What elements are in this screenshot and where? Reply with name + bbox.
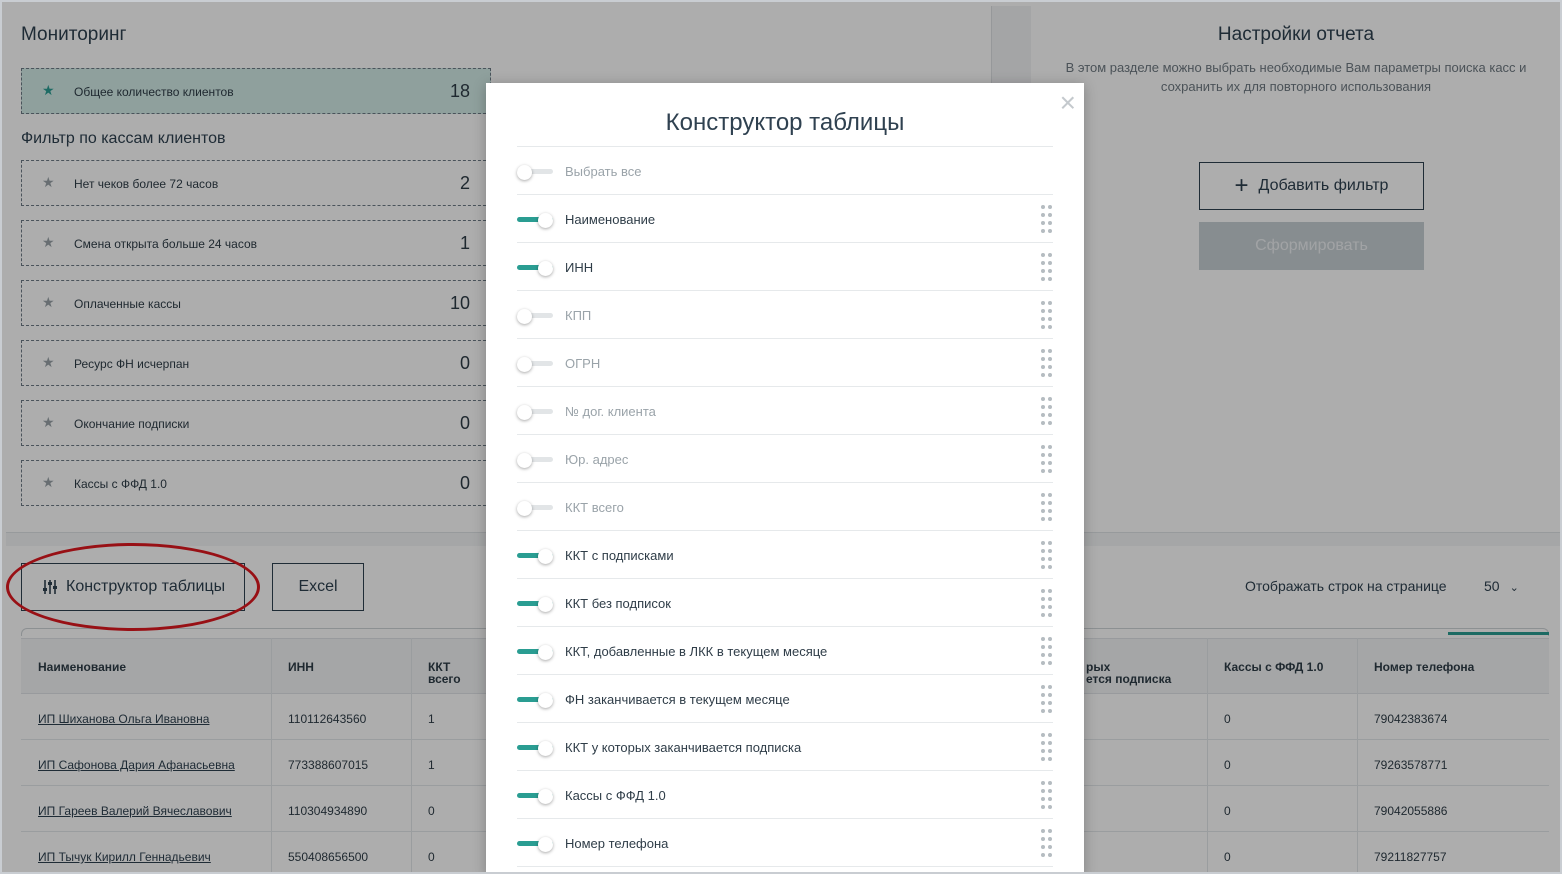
option-label: Номер телефона xyxy=(565,836,669,851)
option-label: ККТ у которых заканчивается подписка xyxy=(565,740,802,755)
toggle-switch[interactable] xyxy=(517,165,555,180)
toggle-switch[interactable] xyxy=(517,213,555,228)
drag-handle-icon[interactable] xyxy=(1041,684,1053,716)
toggle-switch[interactable] xyxy=(517,597,555,612)
option-label: Наименование xyxy=(565,212,656,227)
drag-handle-icon[interactable] xyxy=(1041,540,1053,572)
drag-handle-icon[interactable] xyxy=(1041,348,1053,380)
drag-handle-icon[interactable] xyxy=(1041,492,1053,524)
option-label: КПП xyxy=(565,308,592,323)
toggle-switch[interactable] xyxy=(517,741,555,756)
toggle-switch[interactable] xyxy=(517,309,555,324)
column-option[interactable]: ККТ у которых заканчивается подписка xyxy=(517,723,1053,771)
drag-handle-icon[interactable] xyxy=(1041,300,1053,332)
drag-handle-icon[interactable] xyxy=(1041,444,1053,476)
column-option[interactable]: № дог. клиента xyxy=(517,387,1053,435)
option-label: ИНН xyxy=(565,260,594,275)
drag-handle-icon[interactable] xyxy=(1041,732,1053,764)
column-option[interactable]: ККТ, добавленные в ЛКК в текущем месяце xyxy=(517,627,1053,675)
option-label: № дог. клиента xyxy=(565,404,656,419)
column-option[interactable]: Наименование xyxy=(517,195,1053,243)
column-option[interactable]: ККТ без подписок xyxy=(517,579,1053,627)
toggle-switch[interactable] xyxy=(517,837,555,852)
drag-handle-icon[interactable] xyxy=(1041,252,1053,284)
toggle-switch[interactable] xyxy=(517,405,555,420)
drag-handle-icon[interactable] xyxy=(1041,588,1053,620)
column-option[interactable]: Номер телефона xyxy=(517,819,1053,867)
drag-handle-icon[interactable] xyxy=(1041,636,1053,668)
toggle-switch[interactable] xyxy=(517,645,555,660)
option-select-all[interactable]: Выбрать все xyxy=(517,147,1053,195)
toggle-switch[interactable] xyxy=(517,549,555,564)
column-option[interactable]: Кассы с ФФД 1.0 xyxy=(517,771,1053,819)
option-label: ККТ без подписок xyxy=(565,596,671,611)
option-label: Кассы с ФФД 1.0 xyxy=(565,788,666,803)
column-option[interactable]: КПП xyxy=(517,291,1053,339)
column-option[interactable]: ККТ с подписками xyxy=(517,531,1053,579)
drag-handle-icon[interactable] xyxy=(1041,780,1053,812)
drag-handle-icon[interactable] xyxy=(1041,828,1053,860)
app-window: Мониторинг ★ Общее количество клиентов 1… xyxy=(0,0,1562,874)
column-option[interactable]: ФН заканчивается в текущем месяце xyxy=(517,675,1053,723)
toggle-switch[interactable] xyxy=(517,693,555,708)
toggle-switch[interactable] xyxy=(517,501,555,516)
option-label: ОГРН xyxy=(565,356,601,371)
column-option[interactable]: ОГРН xyxy=(517,339,1053,387)
option-label: ККТ всего xyxy=(565,500,624,515)
column-option[interactable]: Юр. адрес xyxy=(517,435,1053,483)
drag-handle-icon[interactable] xyxy=(1041,396,1053,428)
option-label: ККТ с подписками xyxy=(565,548,674,563)
toggle-switch[interactable] xyxy=(517,261,555,276)
modal-title: Конструктор таблицы xyxy=(665,109,905,136)
column-option[interactable]: ККТ всего xyxy=(517,483,1053,531)
drag-handle-icon[interactable] xyxy=(1041,204,1053,236)
toggle-switch[interactable] xyxy=(517,789,555,804)
column-option[interactable]: ИНН xyxy=(517,243,1053,291)
toggle-switch[interactable] xyxy=(517,453,555,468)
option-label: ККТ, добавленные в ЛКК в текущем месяце xyxy=(565,644,828,659)
table-constructor-modal: × Конструктор таблицы Выбрать все Наимен… xyxy=(486,83,1084,872)
option-label: Выбрать все xyxy=(565,164,642,179)
option-label: Юр. адрес xyxy=(565,452,629,467)
option-label: ФН заканчивается в текущем месяце xyxy=(565,692,790,707)
toggle-switch[interactable] xyxy=(517,357,555,372)
